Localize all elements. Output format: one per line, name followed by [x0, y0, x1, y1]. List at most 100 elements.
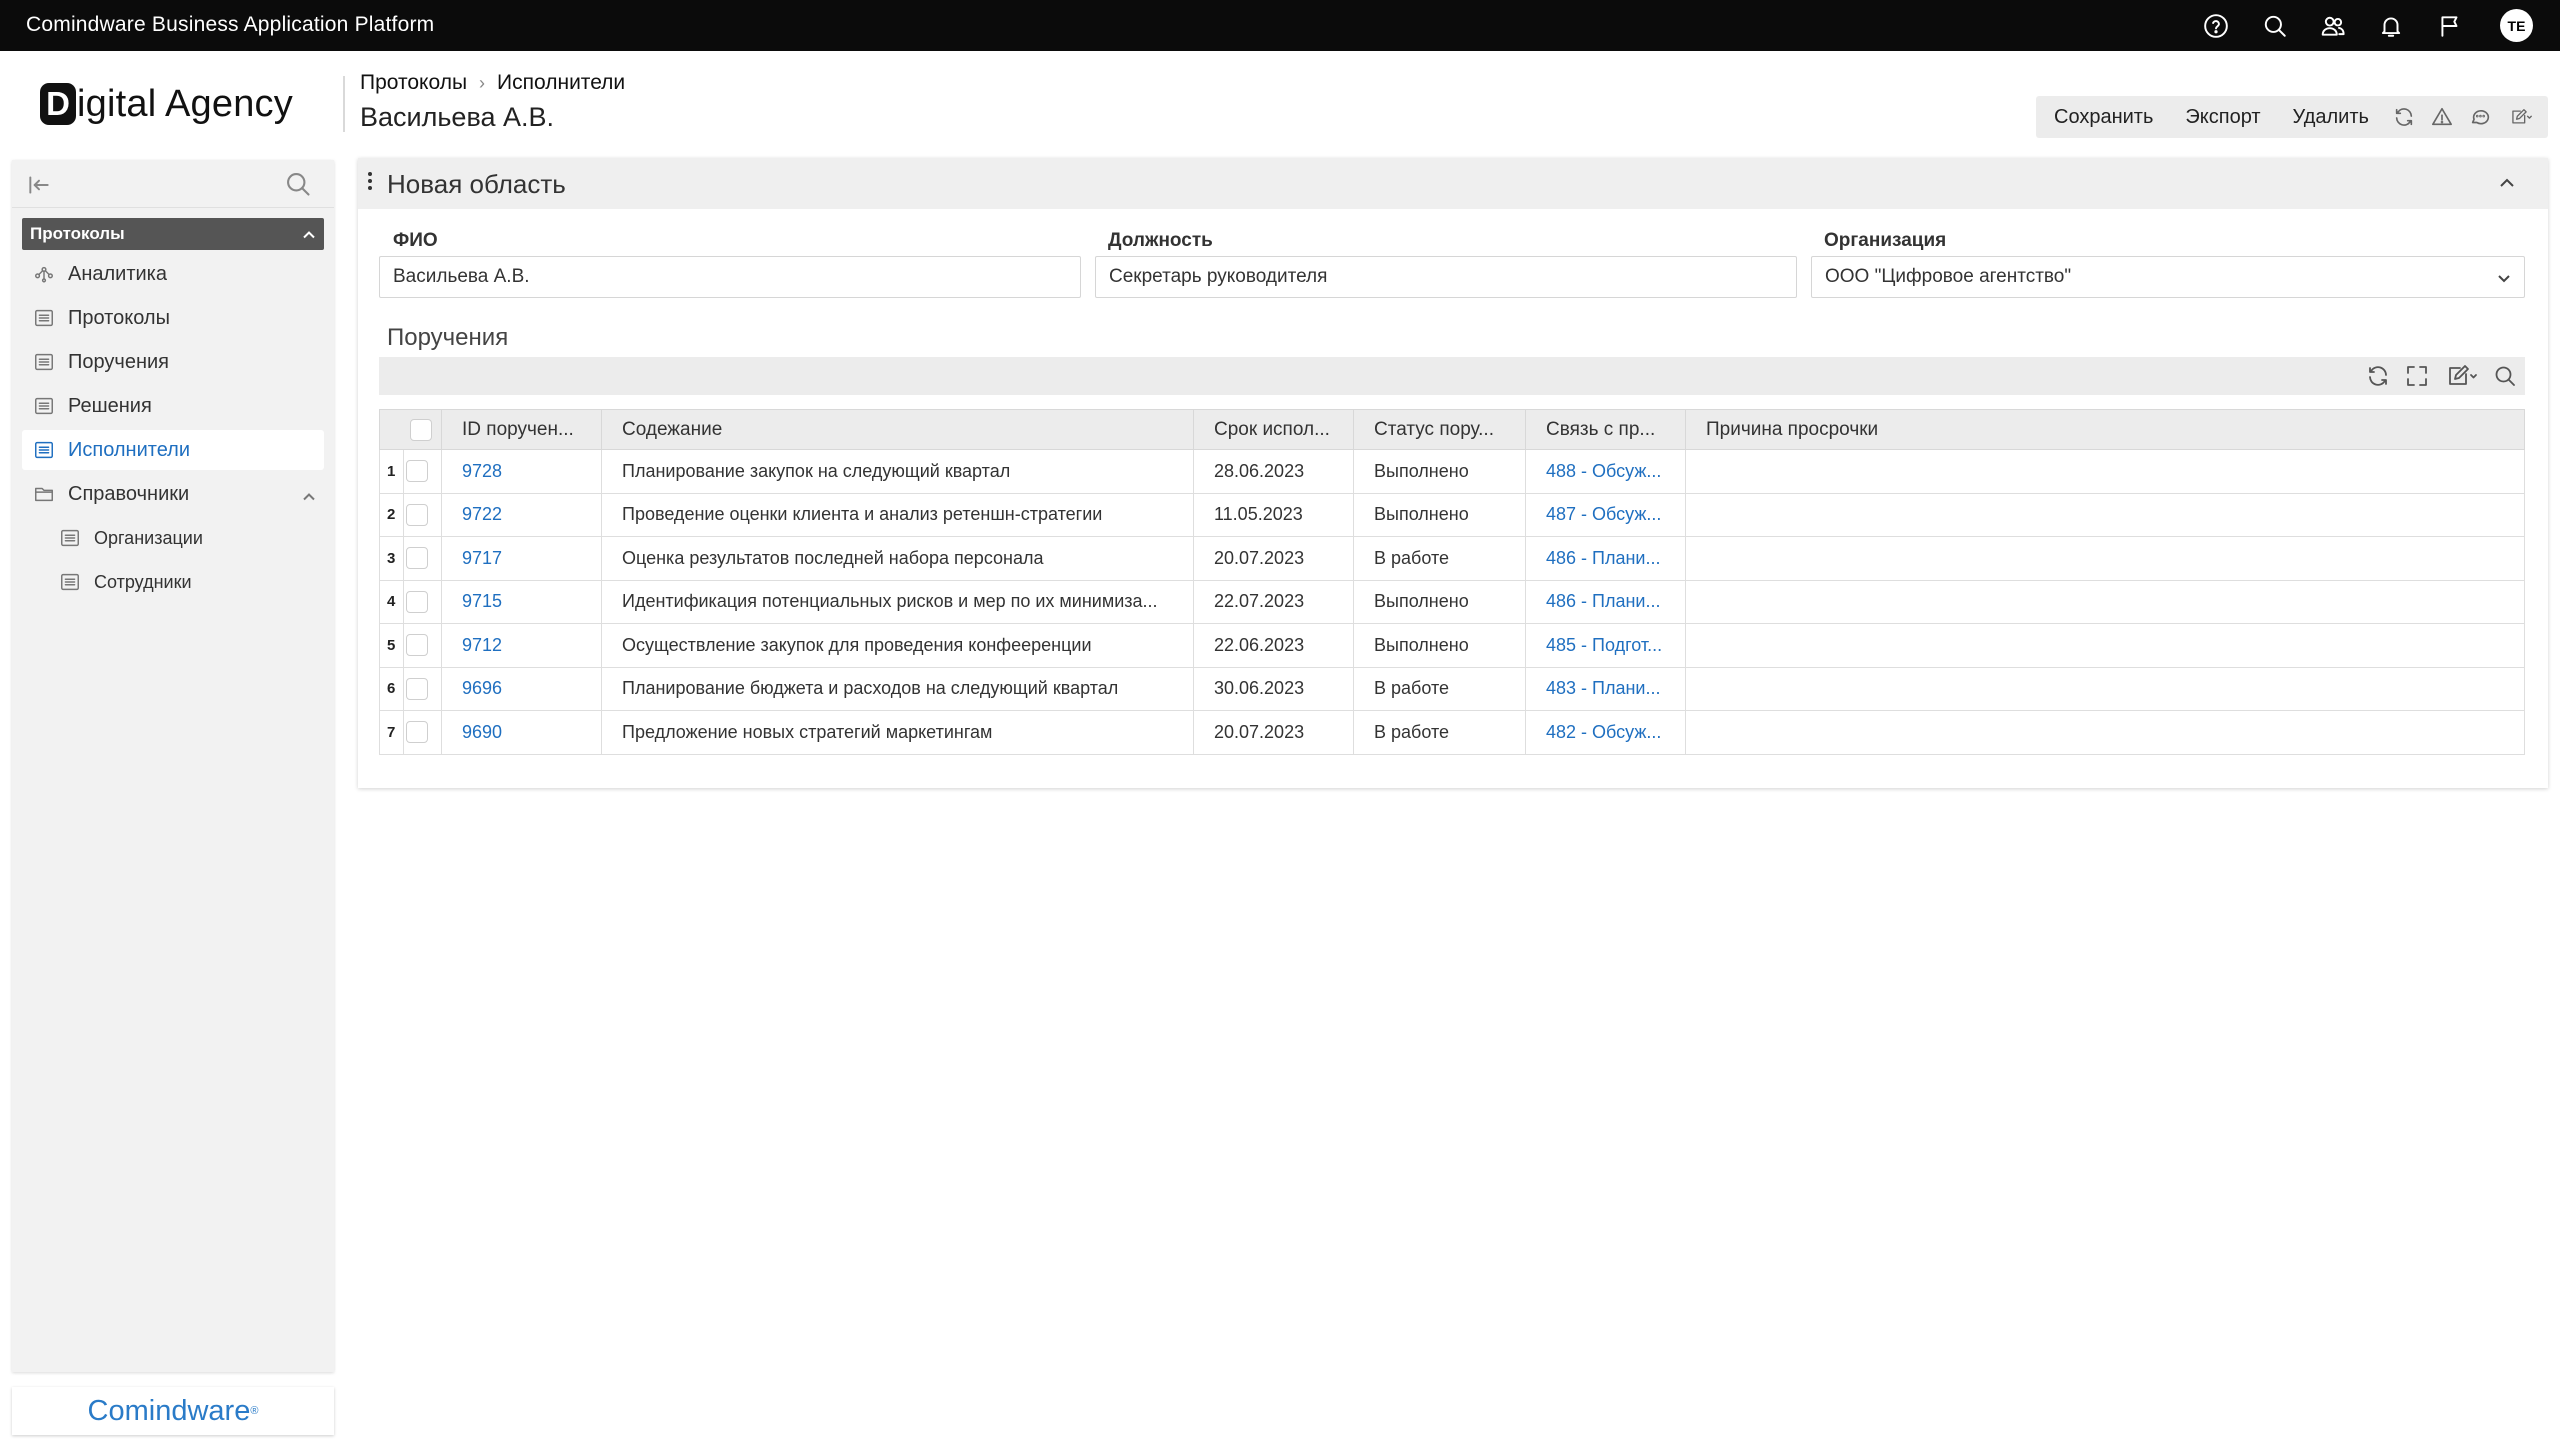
user-avatar[interactable]: TE — [2500, 9, 2533, 42]
assignment-id-link[interactable]: 9696 — [462, 678, 502, 698]
delay-reason-cell — [1685, 492, 2525, 537]
sidebar-item-organizations[interactable]: Организации — [48, 518, 324, 558]
breadcrumb-protocols[interactable]: Протоколы — [360, 71, 467, 95]
top-bar: Comindware Business Application Platform… — [0, 0, 2560, 51]
users-icon[interactable] — [2318, 11, 2348, 41]
refresh-icon[interactable] — [2385, 96, 2423, 138]
row-checkbox[interactable] — [406, 721, 428, 744]
select-all-checkbox[interactable] — [410, 418, 432, 441]
status-cell: В работе — [1353, 710, 1526, 755]
column-header-due-date[interactable]: Срок испол... — [1193, 409, 1354, 450]
column-header-content[interactable]: Содежание — [601, 409, 1194, 450]
due-date-cell: 20.07.2023 — [1193, 536, 1354, 581]
sidebar-item-employees[interactable]: Сотрудники — [48, 562, 324, 602]
id-cell: 9722 — [441, 492, 602, 537]
logo-text: igital Agency — [77, 82, 293, 125]
protocol-link[interactable]: 482 - Обсуж... — [1546, 722, 1661, 742]
grid-refresh-icon[interactable] — [2366, 364, 2392, 388]
grid-edit-menu-icon[interactable] — [2443, 364, 2485, 388]
collapse-panel-icon[interactable] — [2496, 172, 2518, 194]
table-row[interactable]: 1 9728 Планирование закупок на следующий… — [379, 449, 2525, 494]
assignment-id-link[interactable]: 9717 — [462, 548, 502, 568]
search-icon[interactable] — [2260, 11, 2290, 41]
protocol-link[interactable]: 486 - Плани... — [1546, 548, 1660, 568]
save-button[interactable]: Сохранить — [2036, 96, 2169, 138]
list-icon — [32, 350, 56, 374]
bell-icon[interactable] — [2376, 11, 2406, 41]
list-icon — [58, 570, 82, 594]
sidebar-search-icon[interactable] — [284, 170, 312, 198]
comindware-brand-logo: Comindware ® — [12, 1387, 334, 1435]
assignment-id-link[interactable]: 9715 — [462, 591, 502, 611]
table-row[interactable]: 6 9696 Планирование бюджета и расходов н… — [379, 666, 2525, 711]
sidebar-item-assignments[interactable]: Поручения — [22, 342, 324, 382]
fio-field[interactable]: Васильева А.В. — [379, 256, 1081, 298]
sidebar-item-decisions[interactable]: Решения — [22, 386, 324, 426]
table-row[interactable]: 7 9690 Предложение новых стратегий марке… — [379, 710, 2525, 755]
drag-handle-icon[interactable] — [368, 172, 374, 194]
protocol-link[interactable]: 488 - Обсуж... — [1546, 461, 1661, 481]
assignment-id-link[interactable]: 9722 — [462, 504, 502, 524]
sidebar-item-executors[interactable]: Исполнители — [22, 430, 324, 470]
table-row[interactable]: 3 9717 Оценка результатов последней набо… — [379, 536, 2525, 581]
header-divider — [343, 76, 345, 132]
due-date-cell: 22.06.2023 — [1193, 623, 1354, 668]
digital-agency-logo[interactable]: D igital Agency — [40, 82, 293, 126]
column-header-link[interactable]: Связь с пр... — [1525, 409, 1686, 450]
status-cell: В работе — [1353, 536, 1526, 581]
assignment-id-link[interactable]: 9728 — [462, 461, 502, 481]
comment-icon[interactable] — [2461, 96, 2499, 138]
row-checkbox[interactable] — [406, 547, 428, 570]
delay-reason-cell — [1685, 710, 2525, 755]
row-checkbox[interactable] — [406, 634, 428, 657]
sidebar-item-protocols[interactable]: Протоколы — [22, 298, 324, 338]
position-field[interactable]: Секретарь руководителя — [1095, 256, 1797, 298]
id-cell: 9717 — [441, 536, 602, 581]
fio-value: Васильева А.В. — [393, 266, 530, 287]
protocol-link[interactable]: 483 - Плани... — [1546, 678, 1660, 698]
row-checkbox[interactable] — [406, 677, 428, 700]
table-row[interactable]: 4 9715 Идентификация потенциальных риско… — [379, 579, 2525, 624]
protocol-link[interactable]: 487 - Обсуж... — [1546, 504, 1661, 524]
list-icon — [32, 306, 56, 330]
delete-button[interactable]: Удалить — [2277, 96, 2385, 138]
row-checkbox[interactable] — [406, 503, 428, 526]
flag-icon[interactable] — [2435, 11, 2465, 41]
sidebar-item-directories[interactable]: Справочники — [22, 474, 324, 514]
link-cell: 487 - Обсуж... — [1525, 492, 1686, 537]
column-header-delay-reason[interactable]: Причина просрочки — [1685, 409, 2525, 450]
grid-search-icon[interactable] — [2493, 364, 2519, 388]
warning-icon[interactable] — [2423, 96, 2461, 138]
edit-menu-icon[interactable] — [2499, 96, 2543, 138]
sidebar-item-label: Аналитика — [68, 262, 167, 285]
status-cell: Выполнено — [1353, 579, 1526, 624]
table-row[interactable]: 2 9722 Проведение оценки клиента и анали… — [379, 492, 2525, 537]
fullscreen-icon[interactable] — [2405, 364, 2431, 388]
row-checkbox[interactable] — [406, 460, 428, 483]
assignment-id-link[interactable]: 9712 — [462, 635, 502, 655]
table-row[interactable]: 5 9712 Осуществление закупок для проведе… — [379, 623, 2525, 668]
table-header-row: ID поручен... Содежание Срок испол... Ст… — [379, 409, 2525, 450]
sidebar-item-analytics[interactable]: Аналитика — [22, 254, 324, 294]
organization-select[interactable]: ООО "Цифровое агентство" — [1811, 256, 2525, 298]
row-checkbox[interactable] — [406, 590, 428, 613]
content-cell: Предложение новых стратегий маркетингам — [601, 710, 1194, 755]
breadcrumb-executors[interactable]: Исполнители — [497, 71, 625, 95]
sidebar-item-label: Решения — [68, 394, 152, 417]
row-number: 7 — [379, 710, 404, 755]
chevron-up-icon[interactable] — [302, 487, 316, 501]
protocol-link[interactable]: 486 - Плани... — [1546, 591, 1660, 611]
assignments-subtitle: Поручения — [387, 324, 509, 351]
help-icon[interactable] — [2201, 11, 2231, 41]
delay-reason-cell — [1685, 449, 2525, 494]
delay-reason-cell — [1685, 579, 2525, 624]
row-select-cell — [403, 579, 442, 624]
collapse-sidebar-icon[interactable] — [26, 172, 52, 198]
export-button[interactable]: Экспорт — [2169, 96, 2276, 138]
column-header-status[interactable]: Статус пору... — [1353, 409, 1526, 450]
page-title: Васильева А.В. — [360, 102, 555, 132]
assignment-id-link[interactable]: 9690 — [462, 722, 502, 742]
sidebar-section-protocols[interactable]: Протоколы — [22, 218, 324, 250]
column-header-id[interactable]: ID поручен... — [441, 409, 602, 450]
protocol-link[interactable]: 485 - Подгот... — [1546, 635, 1662, 655]
